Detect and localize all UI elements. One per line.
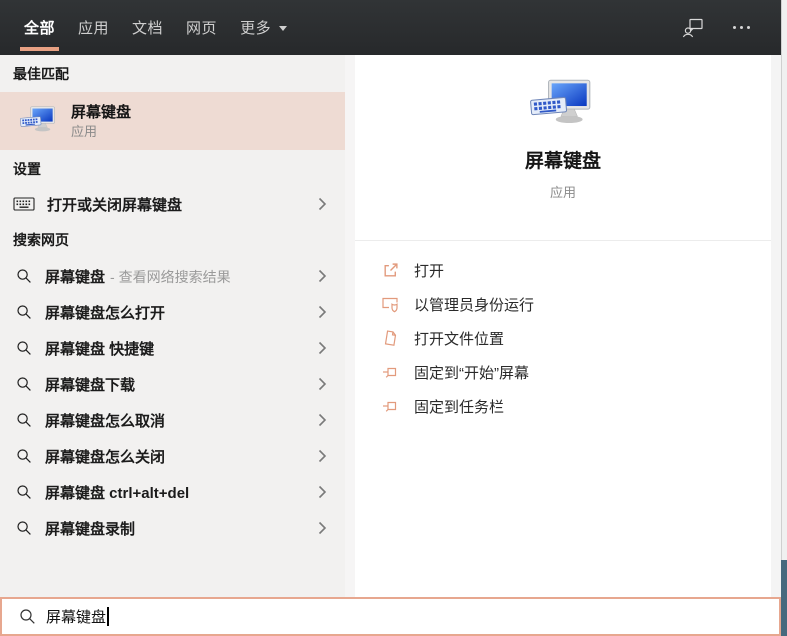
web-suggestion-row[interactable]: 屏幕键盘怎么取消 xyxy=(0,402,345,438)
web-suggestion-row[interactable]: 屏幕键盘录制 xyxy=(0,510,345,546)
open-icon xyxy=(380,262,400,279)
window-edge xyxy=(781,0,782,636)
web-suggestion-row[interactable]: 屏幕键盘下载 xyxy=(0,366,345,402)
suggestion-text: 屏幕键盘下载 xyxy=(45,376,136,394)
tab-apps-label: 应用 xyxy=(78,20,110,37)
tab-apps[interactable]: 应用 xyxy=(71,0,116,55)
web-suggestion-row[interactable]: 屏幕键盘 ctrl+alt+del xyxy=(0,474,345,510)
scrollbar-track[interactable] xyxy=(771,55,781,597)
chevron-right-icon[interactable] xyxy=(318,413,327,427)
windows-search-flyout: 全部 应用 文档 网页 更多 最佳匹配 屏幕键盘 应用 设置 打开或关闭屏幕键盘… xyxy=(0,0,787,636)
best-match-result[interactable]: 屏幕键盘 应用 xyxy=(0,92,345,150)
tab-web-label: 网页 xyxy=(186,20,218,37)
search-filter-tabs: 全部 应用 文档 网页 更多 xyxy=(17,0,294,55)
search-icon xyxy=(15,448,33,464)
chevron-right-icon[interactable] xyxy=(318,521,327,535)
search-icon xyxy=(15,484,33,500)
web-suggestion-row[interactable]: 屏幕键盘 快捷键 xyxy=(0,330,345,366)
tab-documents[interactable]: 文档 xyxy=(125,0,170,55)
pin-to-taskbar-icon xyxy=(380,398,400,414)
search-input[interactable]: 屏幕键盘 xyxy=(0,597,781,636)
best-match-section-header: 最佳匹配 xyxy=(13,66,69,82)
app-type-label: 应用 xyxy=(549,185,576,200)
tab-all[interactable]: 全部 xyxy=(17,0,62,55)
search-header: 全部 应用 文档 网页 更多 xyxy=(0,0,781,55)
chevron-down-icon xyxy=(279,26,288,31)
suggestion-text: 屏幕键盘 快捷键 xyxy=(45,340,155,358)
suggestion-text: 屏幕键盘录制 xyxy=(45,520,136,538)
results-list-panel: 最佳匹配 屏幕键盘 应用 设置 打开或关闭屏幕键盘 搜索网页 屏幕键盘 - 查看… xyxy=(0,55,345,597)
tab-more-label: 更多 xyxy=(240,20,272,37)
action-open[interactable]: 打开 xyxy=(355,253,771,287)
app-title: 屏幕键盘 xyxy=(524,151,601,172)
search-icon xyxy=(19,608,36,625)
web-suggestion-row[interactable]: 屏幕键盘 - 查看网络搜索结果 xyxy=(0,258,345,294)
action-label: 固定到“开始”屏幕 xyxy=(414,364,529,382)
open-file-location-icon xyxy=(380,329,400,347)
chevron-right-icon[interactable] xyxy=(318,449,327,463)
search-icon xyxy=(15,304,33,320)
suggestion-text: 屏幕键盘怎么打开 xyxy=(45,304,166,322)
result-detail-panel: 屏幕键盘 应用 打开 以管理员身份运行 打开文件位置 固定到“开始”屏幕 固定到… xyxy=(355,55,771,597)
search-query-text: 屏幕键盘 xyxy=(46,609,107,626)
tab-web[interactable]: 网页 xyxy=(179,0,224,55)
action-label: 打开文件位置 xyxy=(414,330,505,348)
header-right-icons xyxy=(681,16,753,40)
suggestion-text: 屏幕键盘怎么关闭 xyxy=(45,448,166,466)
suggestion-text: 屏幕键盘怎么取消 xyxy=(45,412,166,430)
settings-section-header: 设置 xyxy=(13,161,41,177)
panel-gutter xyxy=(345,55,355,597)
settings-result-label: 打开或关闭屏幕键盘 xyxy=(47,196,183,214)
on-screen-keyboard-app-icon-large xyxy=(530,77,596,133)
run-as-admin-icon xyxy=(380,295,400,313)
account-feedback-icon[interactable] xyxy=(681,16,705,40)
search-icon xyxy=(15,340,33,356)
suggestion-text: 屏幕键盘 ctrl+alt+del xyxy=(45,484,190,502)
best-match-subtitle: 应用 xyxy=(71,123,98,139)
chevron-right-icon[interactable] xyxy=(318,305,327,319)
text-caret xyxy=(107,607,109,626)
chevron-right-icon[interactable] xyxy=(318,377,327,391)
action-label: 固定到任务栏 xyxy=(414,398,505,416)
chevron-right-icon[interactable] xyxy=(318,485,327,499)
more-options-icon[interactable] xyxy=(729,16,753,40)
search-icon xyxy=(15,376,33,392)
chevron-right-icon[interactable] xyxy=(318,269,327,283)
search-icon xyxy=(15,268,33,284)
action-pin-to-start[interactable]: 固定到“开始”屏幕 xyxy=(355,355,771,389)
action-pin-to-taskbar[interactable]: 固定到任务栏 xyxy=(355,389,771,423)
desktop-teal-corner xyxy=(781,560,787,636)
settings-result-row[interactable]: 打开或关闭屏幕键盘 xyxy=(0,187,345,221)
chevron-right-icon[interactable] xyxy=(318,197,327,211)
suggestion-text: 屏幕键盘 xyxy=(45,268,106,286)
chevron-right-icon[interactable] xyxy=(318,341,327,355)
action-label: 以管理员身份运行 xyxy=(414,296,535,314)
app-hero: 屏幕键盘 应用 xyxy=(355,55,771,240)
action-run-as-admin[interactable]: 以管理员身份运行 xyxy=(355,287,771,321)
web-suggestion-row[interactable]: 屏幕键盘怎么打开 xyxy=(0,294,345,330)
web-suggestion-row[interactable]: 屏幕键盘怎么关闭 xyxy=(0,438,345,474)
pin-to-start-icon xyxy=(380,364,400,380)
action-open-file-location[interactable]: 打开文件位置 xyxy=(355,321,771,355)
tab-all-label: 全部 xyxy=(24,20,56,37)
app-actions: 打开 以管理员身份运行 打开文件位置 固定到“开始”屏幕 固定到任务栏 xyxy=(355,241,771,423)
action-label: 打开 xyxy=(414,262,445,280)
keyboard-icon xyxy=(13,196,35,212)
suggestion-suffix: - 查看网络搜索结果 xyxy=(110,268,231,285)
tab-more[interactable]: 更多 xyxy=(233,0,294,55)
on-screen-keyboard-app-icon xyxy=(20,105,58,137)
search-icon xyxy=(15,520,33,536)
best-match-title: 屏幕键盘 xyxy=(71,103,132,121)
search-icon xyxy=(15,412,33,428)
web-search-section-header: 搜索网页 xyxy=(13,232,69,248)
tab-documents-label: 文档 xyxy=(132,20,164,37)
